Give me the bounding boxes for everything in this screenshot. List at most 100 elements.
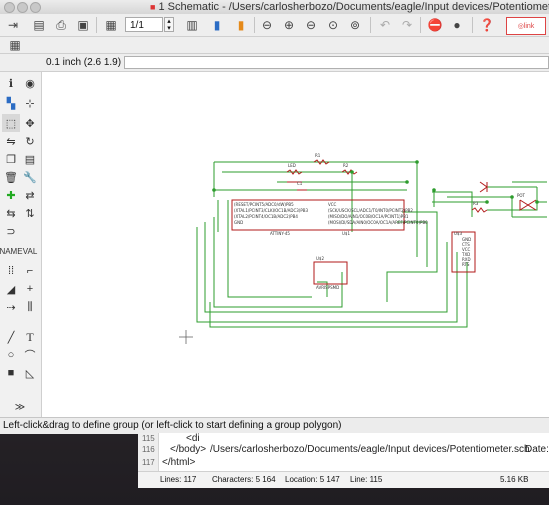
code-date-text: Date: — [525, 444, 549, 455]
arc-icon[interactable]: ⌒ — [21, 346, 39, 364]
isp-label: AVRISPSMD — [316, 285, 339, 290]
main-toolbar: ⇥ ▤ ⎙ ▣ ▦ 1/1 ▴ ▾ ▥ ▮ ▮ ⊖ ⊕ ⊖ ⊙ ⊚ ↶ ↷ ⛔ ●… — [0, 14, 549, 37]
editor-status-bar: Lines: 117 Characters: 5 164 Location: 5… — [138, 471, 549, 488]
run-ulp-icon[interactable]: ▮ — [232, 17, 250, 33]
text-editor-window[interactable]: 115 116 117 <di </body> /Users/carlosher… — [138, 433, 549, 488]
attiny-ref: U$1 — [342, 231, 350, 236]
rectangle-icon[interactable]: ■ — [2, 364, 20, 382]
stop-icon[interactable]: ⛔ — [426, 17, 444, 33]
paste-icon[interactable]: ▤ — [21, 150, 39, 168]
expand-palette-icon[interactable]: ≫ — [11, 398, 29, 416]
invoke-icon[interactable]: + — [21, 280, 39, 298]
attiny-pin-6: (MISO/DO/AIN1/OC0B/OC1A/PCINT1)PB1 — [328, 214, 409, 219]
header-ref: U$3 — [454, 231, 462, 236]
attiny-label: ATTINY-45 — [270, 231, 290, 236]
net-icon[interactable]: ⇢ — [2, 298, 20, 316]
zoom-in-icon[interactable]: ⊕ — [280, 17, 298, 33]
change-icon[interactable]: 🔧 — [21, 168, 39, 186]
attiny-pin-8: VCC — [328, 202, 337, 207]
pot-label: POT — [517, 193, 526, 198]
fanout-icon[interactable]: ⊃ — [2, 222, 20, 240]
attiny-pin-3: (XTAL2/PCINT4/OC1B/ADC2)PB4 — [234, 214, 298, 219]
tool-palette: ℹ ◉ ▚ ⊹ ⬚ ✥ ⇋ ↻ ❐ ▤ 🗑 🔧 ✚ ⇄ ⇆ ⇅ ⊃ NAME V… — [0, 72, 42, 417]
smash-icon[interactable]: ⁞⁞ — [2, 262, 20, 280]
cam-processor-icon[interactable]: ▣ — [74, 17, 92, 33]
line-number: 116 — [142, 445, 155, 454]
redraw-icon[interactable]: ⊙ — [324, 17, 342, 33]
print-icon[interactable]: ⎙ — [52, 17, 70, 33]
file-size: 5.16 KB — [500, 475, 529, 484]
characters-count: Characters: 5 164 — [212, 475, 276, 484]
r3-label: R3 — [473, 201, 479, 206]
command-line-input[interactable] — [124, 56, 549, 69]
attiny-pin-7: (SCK/USCK/SCL/ADC1/T0/INT0/PCINT2)PB2 — [328, 208, 413, 213]
group-select-icon[interactable]: ⬚ — [2, 114, 20, 132]
code-line: <di — [186, 433, 200, 444]
grid-icon[interactable]: ▦ — [6, 37, 24, 53]
isp-ref: U$2 — [316, 256, 324, 261]
crosshair-cursor — [179, 330, 193, 344]
file-menu-icon[interactable]: ⇥ — [4, 17, 22, 33]
fusion-link-icon[interactable]: ◎link — [506, 17, 546, 35]
attiny-pin-4: GND — [234, 220, 243, 225]
status-hint-text: Left-click&drag to define group (or left… — [3, 420, 342, 431]
schematic-canvas[interactable]: R1 R2 LED R3 C1 POT (RESET/PCINT5/ADC0/d… — [42, 72, 549, 417]
sheet-stepper[interactable]: ▴ ▾ — [164, 17, 174, 32]
led-label: LED — [288, 163, 296, 168]
move-icon[interactable]: ✥ — [21, 114, 39, 132]
sheet-selector-value: 1/1 — [130, 20, 144, 31]
attiny-pin-1: (RESET/PCINT5/ADC0/dW)PB5 — [234, 202, 294, 207]
polygon-icon[interactable]: ◺ — [21, 364, 39, 382]
display-layers-icon[interactable]: ▚ — [2, 94, 20, 112]
sheet-selector[interactable]: 1/1 — [125, 17, 163, 32]
zoom-select-icon[interactable]: ⊚ — [346, 17, 364, 33]
circle-icon[interactable]: ○ — [2, 346, 20, 364]
schematic-doc-icon: ■ — [150, 2, 156, 12]
name-icon[interactable]: NAME — [0, 242, 23, 260]
copy-icon[interactable]: ❐ — [2, 150, 20, 168]
pinswap-icon[interactable]: ⇆ — [2, 204, 20, 222]
go-icon[interactable]: ● — [448, 17, 466, 33]
help-icon[interactable]: ❓ — [478, 17, 496, 33]
close-window-button[interactable] — [4, 2, 15, 13]
miter-icon[interactable]: ⌐ — [21, 262, 39, 280]
run-script-icon[interactable]: ▮ — [208, 17, 226, 33]
delete-icon[interactable]: 🗑 — [2, 168, 20, 186]
info-icon[interactable]: ℹ — [2, 74, 20, 92]
mirror-icon[interactable]: ⇋ — [2, 132, 20, 150]
value-icon[interactable]: VAL — [21, 242, 39, 260]
add-part-icon[interactable]: ✚ — [2, 186, 20, 204]
status-bar: Left-click&drag to define group (or left… — [0, 417, 549, 434]
rotate-icon[interactable]: ↻ — [21, 132, 39, 150]
split-icon[interactable]: ◢ — [2, 280, 20, 298]
undo-icon[interactable]: ↶ — [376, 17, 394, 33]
window-title: ■ 1 Schematic - /Users/carlosherbozo/Doc… — [150, 0, 549, 14]
cap-label: C1 — [297, 181, 303, 186]
scripts-icon[interactable]: ▥ — [183, 17, 201, 33]
schematic-drawing: R1 R2 LED R3 C1 POT (RESET/PCINT5/ADC0/d… — [179, 153, 547, 344]
bus-icon[interactable]: ⫼ — [21, 298, 39, 316]
grid-toolbar: ▦ — [0, 37, 549, 54]
board-switch-icon[interactable]: ▦ — [102, 17, 120, 33]
show-icon[interactable]: ◉ — [21, 74, 39, 92]
r2-label: R2 — [343, 163, 349, 168]
code-path-text: /Users/carlosherbozo/Documents/eagle/Inp… — [210, 444, 530, 455]
gateswap-icon[interactable]: ⇅ — [21, 204, 39, 222]
code-line: </body> — [170, 444, 207, 455]
zoom-window-button[interactable] — [30, 2, 41, 13]
minimize-window-button[interactable] — [17, 2, 28, 13]
line-number: 117 — [142, 458, 155, 467]
replace-icon[interactable]: ⇄ — [21, 186, 39, 204]
redo-icon[interactable]: ↷ — [398, 17, 416, 33]
mark-icon[interactable]: ⊹ — [21, 94, 39, 112]
save-icon[interactable]: ▤ — [30, 17, 48, 33]
zoom-fit-icon[interactable]: ⊖ — [258, 17, 276, 33]
header-pin-6: RTS — [462, 262, 470, 267]
text-icon[interactable]: T — [21, 328, 39, 346]
lines-count: Lines: 117 — [160, 475, 197, 484]
line-icon[interactable]: ╱ — [2, 328, 20, 346]
zoom-out-icon[interactable]: ⊖ — [302, 17, 320, 33]
parameter-bar: 0.1 inch (2.6 1.9) — [0, 54, 549, 72]
attiny-pin-5: (MOSI/DI/SDA/AIN0/OC0A/OC1A/AREF/PCINT0)… — [328, 220, 428, 225]
window-title-text: 1 Schematic - /Users/carlosherbozo/Docum… — [158, 1, 549, 13]
